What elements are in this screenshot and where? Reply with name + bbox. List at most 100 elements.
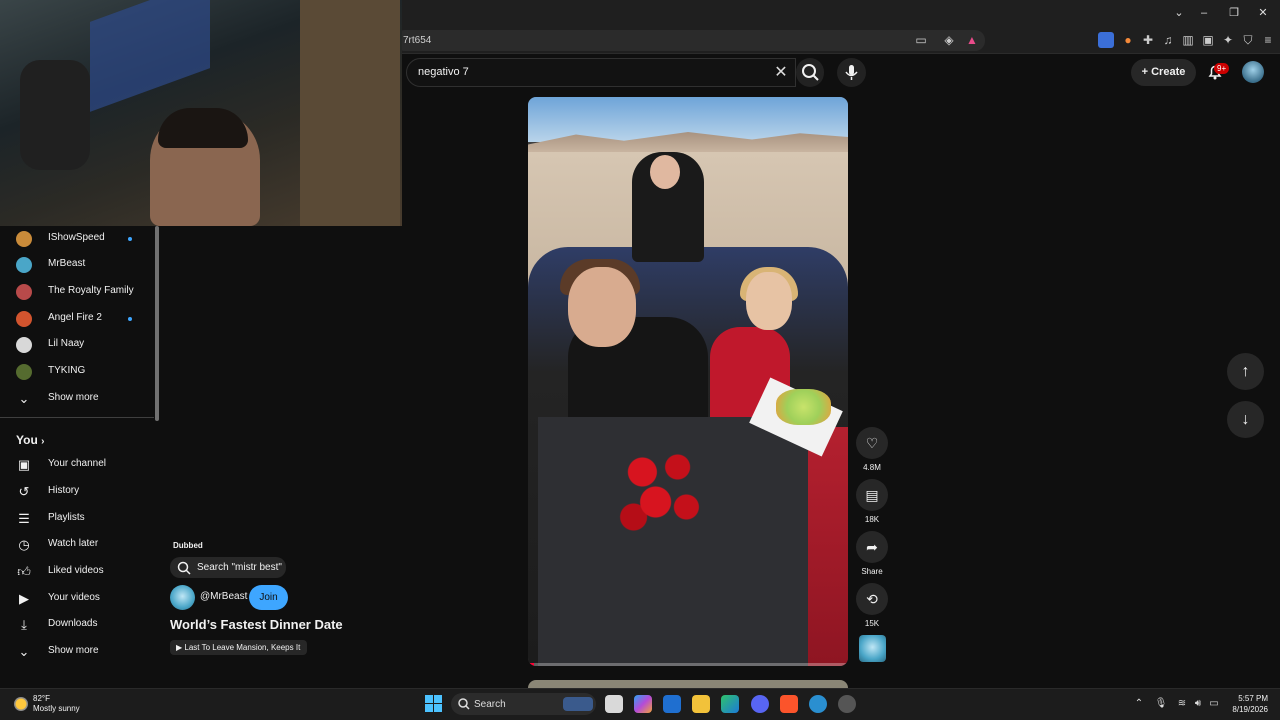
sidebar-item-watch-later[interactable]: ◷ Watch later [0, 532, 154, 558]
weather-description[interactable]: Mostly sunny [33, 704, 80, 713]
sidebar-item-your-channel[interactable]: ▣ Your channel [0, 452, 154, 478]
brave-shield-icon[interactable]: ◈ [941, 32, 957, 48]
share-button[interactable]: ➦ [856, 531, 888, 563]
menu-icon[interactable]: ≡ [1260, 32, 1276, 48]
sidebar-scrollbar[interactable] [155, 226, 159, 421]
video-progress-bar[interactable] [528, 663, 848, 666]
sidebar-item-ishowspeed[interactable]: IShowSpeed [0, 226, 154, 252]
extension-icon[interactable]: ● [1120, 32, 1136, 48]
sidebar-item-label: Watch later [48, 538, 99, 549]
next-video-preview[interactable] [528, 680, 848, 688]
close-window-button[interactable]: ✕ [1252, 5, 1274, 22]
start-button[interactable] [425, 695, 442, 712]
search-highlight-icon[interactable] [563, 697, 593, 711]
dubbed-label: Dubbed [173, 541, 203, 550]
new-content-dot [128, 237, 132, 241]
voice-search-button[interactable] [837, 58, 866, 87]
sidebar-item-playlists[interactable]: ☰ Playlists [0, 506, 154, 532]
previous-video-button[interactable]: ↑ [1227, 353, 1264, 390]
arrow-down-icon: ↓ [1241, 411, 1250, 428]
playlist-label: Last To Leave Mansion, Keeps It [184, 643, 301, 652]
sidebar-item-angel-fire-2[interactable]: Angel Fire 2 [0, 306, 154, 332]
leo-ai-icon[interactable]: ✦ [1220, 32, 1236, 48]
video-fruit [776, 389, 831, 425]
file-explorer-icon[interactable] [692, 695, 710, 713]
channel-avatar[interactable] [170, 585, 195, 610]
chevron-down-icon: ⌄ [18, 391, 30, 406]
like-count: 4.8M [863, 463, 881, 472]
sidebar-item-liked-videos[interactable]: 👍︎ Liked videos [0, 559, 154, 585]
volume-icon[interactable]: 🔊︎ [1191, 697, 1205, 711]
url-field[interactable]: 7rt654 [395, 30, 985, 51]
next-video-button[interactable]: ↓ [1227, 401, 1264, 438]
remix-button[interactable]: ⟲ [856, 583, 888, 615]
taskbar-search-label: Search [474, 699, 506, 710]
clear-search-icon[interactable]: ✕ [770, 62, 792, 82]
app-icon[interactable] [838, 695, 856, 713]
sidebar-item-royalty-family[interactable]: The Royalty Family [0, 279, 154, 305]
comment-icon: ▤ [865, 487, 879, 503]
notifications-badge: 9+ [1214, 63, 1230, 74]
cast-icon[interactable]: ▭ [913, 32, 929, 48]
sidebar-item-your-videos[interactable]: ▶ Your videos [0, 586, 154, 612]
comment-count: 18K [864, 515, 880, 524]
sidebar-toggle-icon[interactable]: ▥ [1180, 32, 1196, 48]
copilot-icon[interactable] [634, 695, 652, 713]
brave-icon[interactable] [780, 695, 798, 713]
wallet-icon[interactable]: ▣ [1200, 32, 1216, 48]
brave-rewards-icon[interactable]: ▲ [964, 32, 980, 48]
extension-icon[interactable] [1098, 32, 1114, 48]
channel-thumbnail[interactable] [859, 635, 886, 662]
remix-count: 15K [864, 619, 880, 628]
playlist-pill[interactable]: ▶ Last To Leave Mansion, Keeps It [170, 640, 307, 655]
chevron-up-icon[interactable]: ⌃ [1132, 697, 1146, 711]
sidebar-item-downloads[interactable]: ⤓ Downloads [0, 612, 154, 638]
media-icon[interactable]: ♫ [1160, 32, 1176, 48]
create-button[interactable]: + Create [1131, 59, 1196, 86]
sidebar-item-label: Liked videos [48, 565, 104, 576]
sidebar-item-mrbeast[interactable]: MrBeast [0, 252, 154, 278]
comments-button[interactable]: ▤ [856, 479, 888, 511]
channel-handle[interactable]: @MrBeast [200, 591, 247, 602]
maximize-button[interactable]: ❐ [1223, 5, 1245, 22]
tab-search-icon[interactable]: ⌄ [1168, 5, 1190, 22]
video-driver-face [568, 267, 636, 347]
shorts-video-player[interactable] [528, 97, 848, 666]
show-more-you[interactable]: ⌄ Show more [0, 639, 154, 665]
sidebar-item-label: Downloads [48, 618, 98, 629]
sidebar-item-tyking[interactable]: TYKING [0, 359, 154, 385]
battery-icon[interactable]: ▭ [1207, 697, 1221, 711]
video-title[interactable]: World’s Fastest Dinner Date [170, 617, 343, 632]
sidebar-item-label: IShowSpeed [48, 232, 105, 243]
playlists-icon: ☰ [18, 511, 30, 526]
microphone-icon[interactable]: 🎙︎ [1154, 697, 1168, 711]
chevron-right-icon: › [41, 436, 45, 447]
you-heading-label: You [16, 433, 38, 447]
join-button[interactable]: Join [249, 585, 288, 610]
minimize-button[interactable]: – [1193, 5, 1215, 22]
sidebar-item-history[interactable]: ↺ History [0, 479, 154, 505]
task-view-icon[interactable] [605, 695, 623, 713]
outlook-icon[interactable] [663, 695, 681, 713]
like-button[interactable]: ♡ [856, 427, 888, 459]
app-icon[interactable] [809, 695, 827, 713]
weather-temperature[interactable]: 82°F [33, 694, 50, 703]
clock-time[interactable]: 5:57 PM [1236, 694, 1268, 703]
you-section-heading[interactable]: You › [16, 433, 44, 447]
search-icon [802, 64, 819, 81]
discord-icon[interactable] [751, 695, 769, 713]
sidebar-item-label: Your channel [48, 458, 107, 469]
sidebar-item-lil-naay[interactable]: Lil Naay [0, 332, 154, 358]
search-button[interactable] [796, 58, 824, 87]
edge-icon[interactable] [721, 695, 739, 713]
wifi-icon[interactable]: ≋ [1175, 697, 1189, 711]
extensions-puzzle-icon[interactable]: ✚ [1140, 32, 1156, 48]
show-more-subscriptions[interactable]: ⌄ Show more [0, 386, 154, 412]
share-label: Share [861, 567, 883, 576]
weather-icon[interactable] [14, 697, 28, 711]
clock-date[interactable]: 8/19/2026 [1226, 705, 1268, 714]
vpn-icon[interactable]: ⛉ [1240, 32, 1256, 48]
sidebar-item-label: The Royalty Family [48, 285, 134, 296]
account-avatar[interactable] [1242, 61, 1264, 83]
search-query-text: negativo 7 [418, 66, 469, 78]
